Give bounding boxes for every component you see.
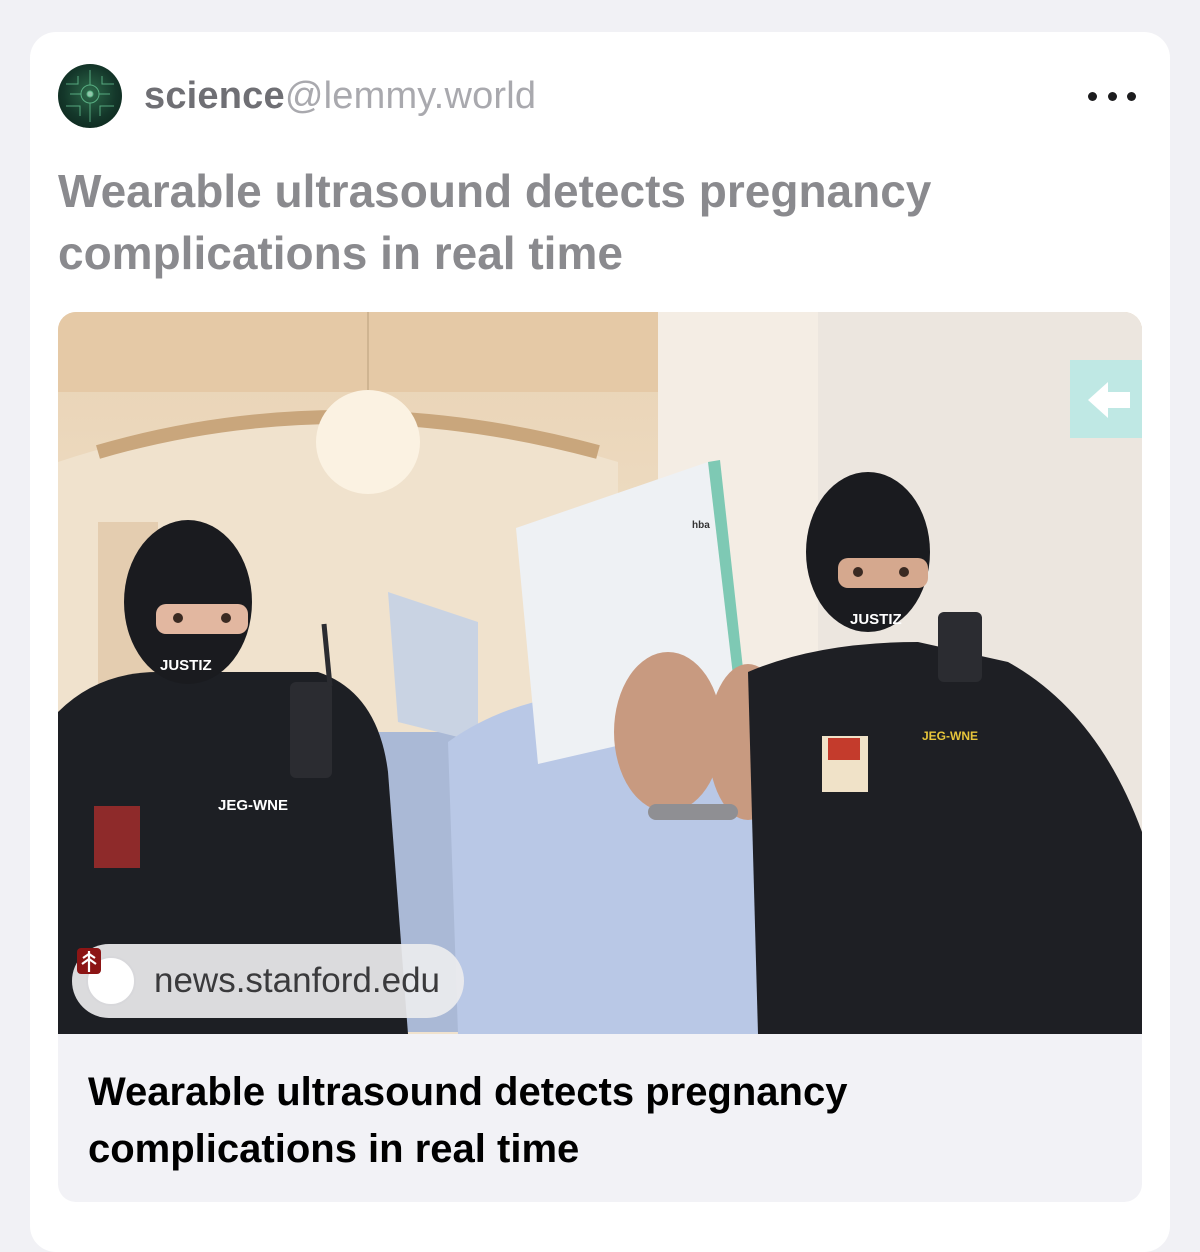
stanford-logo-icon bbox=[77, 948, 136, 1006]
right-patch-text: JEG-WNE bbox=[922, 729, 978, 743]
left-mask-text: JUSTIZ bbox=[160, 657, 212, 674]
link-preview-image: JUSTIZ JEG-WNE hba JUSTIZ JEG-WNE news.s… bbox=[58, 312, 1142, 1034]
link-domain-badge[interactable]: news.stanford.edu bbox=[72, 944, 465, 1018]
link-preview-title[interactable]: Wearable ultrasound detects pregnancy co… bbox=[88, 1064, 1088, 1178]
link-preview-card[interactable]: JUSTIZ JEG-WNE hba JUSTIZ JEG-WNE news.s… bbox=[58, 312, 1142, 1202]
more-dot bbox=[1107, 91, 1117, 101]
more-options-icon[interactable] bbox=[1088, 86, 1136, 106]
more-dot bbox=[1127, 91, 1136, 101]
community-avatar[interactable] bbox=[58, 64, 122, 128]
community-instance[interactable]: @lemmy.world bbox=[285, 75, 536, 117]
post-card: science@lemmy.world Wearable ultrasound … bbox=[30, 32, 1170, 1252]
binder-label: hba bbox=[692, 520, 710, 531]
right-mask-text: JUSTIZ bbox=[850, 611, 902, 628]
community-name[interactable]: science bbox=[144, 75, 285, 117]
post-header: science@lemmy.world bbox=[58, 64, 536, 128]
link-domain: news.stanford.edu bbox=[154, 961, 441, 1000]
community-handle[interactable]: science@lemmy.world bbox=[144, 75, 536, 118]
post-title[interactable]: Wearable ultrasound detects pregnancy co… bbox=[58, 160, 1058, 284]
more-dot bbox=[1088, 91, 1097, 101]
left-patch-text: JEG-WNE bbox=[218, 797, 288, 814]
